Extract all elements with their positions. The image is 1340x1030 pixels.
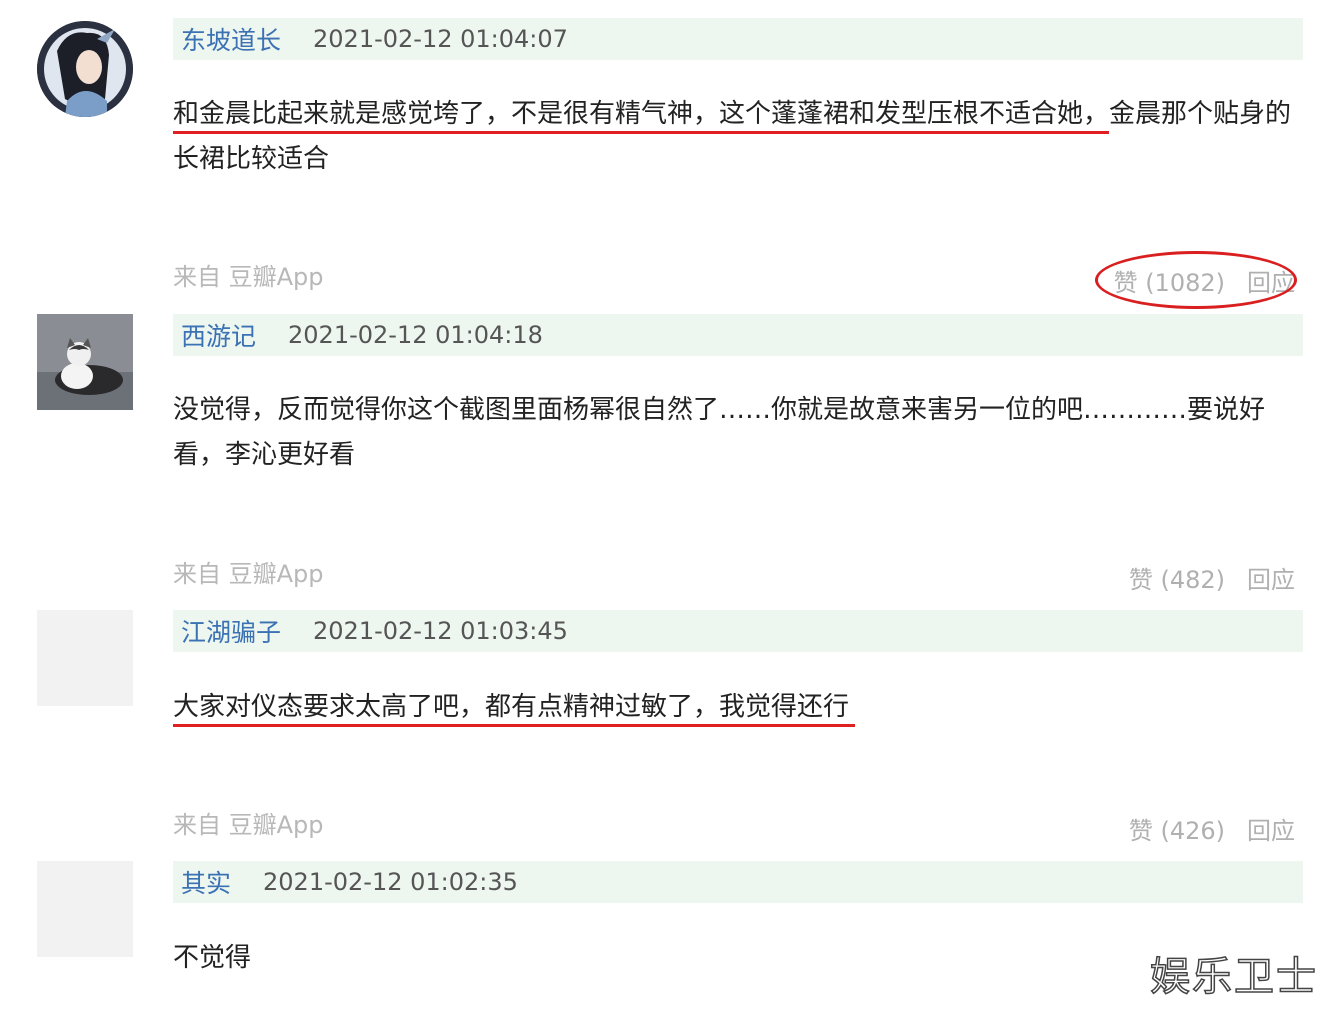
- comment-header: 其实 2021-02-12 01:02:35: [173, 861, 1303, 903]
- avatar[interactable]: [37, 861, 133, 957]
- avatar[interactable]: [37, 314, 133, 410]
- comment-content: 大家对仪态要求太高了吧，都有点精神过敏了，我觉得还行: [173, 685, 1298, 730]
- like-button[interactable]: 赞 (426): [1129, 811, 1225, 846]
- comment-time: 2021-02-12 01:04:07: [313, 25, 568, 53]
- avatar-illustration: [37, 21, 133, 117]
- comment-content: 没觉得，反而觉得你这个截图里面杨幂很自然了……你就是故意来害另一位的吧…………要…: [173, 395, 1266, 470]
- comment-actions: 赞 (482) 回应: [1129, 560, 1295, 595]
- comment-time: 2021-02-12 01:02:35: [263, 868, 518, 896]
- comment-content: 不觉得: [173, 943, 252, 973]
- cat-avatar-image: [37, 314, 133, 410]
- highlighted-text: 大家对仪态要求太高了吧，都有点精神过敏了，我觉得还行: [173, 692, 856, 727]
- author-name[interactable]: 东坡道长: [181, 21, 281, 57]
- comment-time: 2021-02-12 01:03:45: [313, 617, 568, 645]
- author-name[interactable]: 江湖骗子: [181, 613, 281, 649]
- comment-header: 西游记 2021-02-12 01:04:18: [173, 314, 1303, 356]
- source-label: 来自 豆瓣App: [173, 263, 324, 291]
- watermark: 娱乐卫士: [1149, 953, 1318, 1001]
- reply-button[interactable]: 回应: [1247, 811, 1295, 846]
- comment-content: 和金晨比起来就是感觉垮了，不是很有精气神，这个蓬蓬裙和发型压根不适合她，金晨那个…: [173, 92, 1298, 182]
- comment-actions: 赞 (426) 回应: [1129, 811, 1295, 846]
- comment-time: 2021-02-12 01:04:18: [288, 321, 543, 349]
- comment-header: 江湖骗子 2021-02-12 01:03:45: [173, 610, 1303, 652]
- avatar[interactable]: [37, 610, 133, 706]
- source-label: 来自 豆瓣App: [173, 560, 324, 588]
- author-name[interactable]: 西游记: [181, 317, 256, 353]
- annotation-circle: [1095, 251, 1297, 309]
- avatar[interactable]: [37, 21, 133, 117]
- reply-button[interactable]: 回应: [1247, 560, 1295, 595]
- source-label: 来自 豆瓣App: [173, 811, 324, 839]
- author-name[interactable]: 其实: [181, 864, 231, 900]
- like-button[interactable]: 赞 (482): [1129, 560, 1225, 595]
- highlighted-text: 和金晨比起来就是感觉垮了，不是很有精气神，这个蓬蓬裙和发型压根不适合她，: [173, 99, 1110, 134]
- comment-header: 东坡道长 2021-02-12 01:04:07: [173, 18, 1303, 60]
